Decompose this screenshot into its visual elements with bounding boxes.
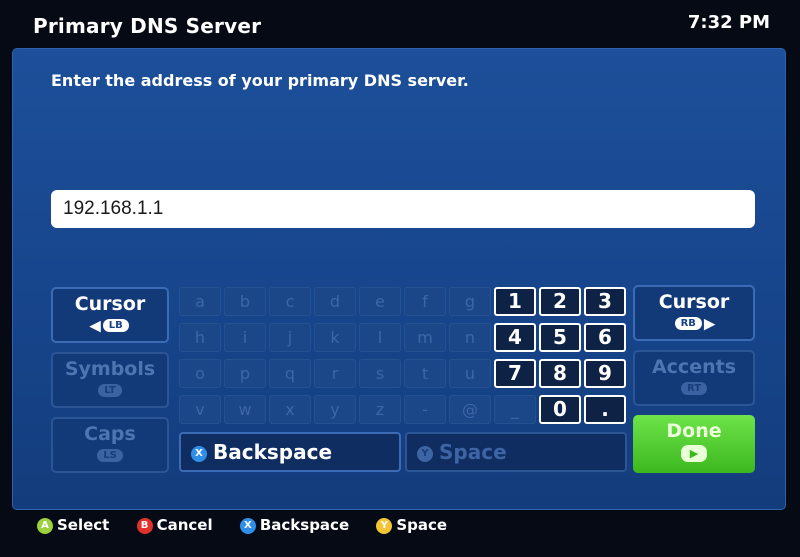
done-label: Done (666, 420, 722, 442)
key-u[interactable]: u (449, 359, 491, 388)
key-7[interactable]: 7 (494, 359, 536, 388)
backspace-label: Backspace (213, 440, 333, 464)
key-q[interactable]: q (269, 359, 311, 388)
space-button[interactable]: Y Space (405, 432, 627, 472)
key-r[interactable]: r (314, 359, 356, 388)
caps-label: Caps (84, 423, 136, 445)
key-8[interactable]: 8 (539, 359, 581, 388)
legend-backspace: X Backspace (239, 516, 350, 534)
ls-button-icon: LS (97, 449, 123, 462)
cursor-right-button[interactable]: Cursor RB ▶ (633, 285, 755, 341)
lb-button-icon: LB (102, 319, 129, 332)
arrow-left-icon: ◀ (89, 316, 101, 335)
key-e[interactable]: e (359, 287, 401, 316)
legend-select-label: Select (57, 516, 110, 534)
dns-address-input[interactable]: 192.168.1.1 (51, 190, 755, 228)
key-x[interactable]: x (269, 395, 311, 424)
caps-button[interactable]: Caps LS (51, 417, 169, 473)
legend-space: Y Space (376, 516, 447, 534)
rt-button-icon: RT (680, 382, 708, 395)
key-z[interactable]: z (359, 395, 401, 424)
x-button-icon: X (239, 517, 256, 534)
legend-cancel-label: Cancel (156, 516, 213, 534)
key-h[interactable]: h (179, 323, 221, 352)
key-4[interactable]: 4 (494, 323, 536, 352)
legend-select: A Select (37, 516, 109, 534)
button-legend: A Select B Cancel X Backspace Y Space (37, 516, 469, 534)
legend-space-label: Space (396, 516, 448, 534)
key-f[interactable]: f (404, 287, 446, 316)
start-play-icon: ▶ (681, 445, 707, 462)
key-l[interactable]: l (359, 323, 401, 352)
legend-backspace-label: Backspace (259, 516, 350, 534)
key-s[interactable]: s (359, 359, 401, 388)
key-b[interactable]: b (224, 287, 266, 316)
key-underscore[interactable]: _ (494, 395, 536, 424)
key-g[interactable]: g (449, 287, 491, 316)
key-p[interactable]: p (224, 359, 266, 388)
key-6[interactable]: 6 (584, 323, 626, 352)
space-label: Space (439, 440, 507, 464)
key-3[interactable]: 3 (584, 287, 626, 316)
symbols-button[interactable]: Symbols LT (51, 352, 169, 408)
key-at[interactable]: @ (449, 395, 491, 424)
lt-button-icon: LT (98, 384, 122, 397)
key-k[interactable]: k (314, 323, 356, 352)
key-1[interactable]: 1 (494, 287, 536, 316)
key-0[interactable]: 0 (539, 395, 581, 424)
key-a[interactable]: a (179, 287, 221, 316)
key-y[interactable]: y (314, 395, 356, 424)
key-j[interactable]: j (269, 323, 311, 352)
key-dash[interactable]: - (404, 395, 446, 424)
key-w[interactable]: w (224, 395, 266, 424)
clock: 7:32 PM (687, 12, 770, 33)
arrow-right-icon: ▶ (703, 314, 716, 333)
cursor-left-label: Cursor (74, 293, 146, 315)
legend-cancel: B Cancel (136, 516, 213, 534)
key-5[interactable]: 5 (539, 323, 581, 352)
key-m[interactable]: m (404, 323, 446, 352)
key-2[interactable]: 2 (539, 287, 581, 316)
key-c[interactable]: c (269, 287, 311, 316)
accents-button[interactable]: Accents RT (633, 350, 755, 406)
page-title: Primary DNS Server (33, 14, 262, 38)
cursor-left-button[interactable]: Cursor ◀ LB (51, 287, 169, 343)
backspace-button[interactable]: X Backspace (179, 432, 401, 472)
key-o[interactable]: o (179, 359, 221, 388)
symbols-label: Symbols (64, 358, 156, 380)
key-i[interactable]: i (224, 323, 266, 352)
prompt-text: Enter the address of your primary DNS se… (51, 71, 469, 90)
y-button-icon: Y (417, 445, 433, 462)
key-9[interactable]: 9 (584, 359, 626, 388)
x-button-icon: X (191, 445, 207, 462)
done-button[interactable]: Done ▶ (633, 415, 755, 473)
a-button-icon: A (37, 517, 53, 534)
key-period[interactable]: . (584, 395, 626, 424)
accents-label: Accents (651, 356, 737, 378)
key-t[interactable]: t (404, 359, 446, 388)
b-button-icon: B (136, 517, 153, 534)
key-d[interactable]: d (314, 287, 356, 316)
y-button-icon: Y (376, 517, 393, 534)
rb-button-icon: RB (674, 317, 702, 330)
key-n[interactable]: n (449, 323, 491, 352)
dns-dialog: Enter the address of your primary DNS se… (12, 48, 786, 510)
key-v[interactable]: v (179, 395, 221, 424)
cursor-right-label: Cursor (658, 291, 730, 313)
